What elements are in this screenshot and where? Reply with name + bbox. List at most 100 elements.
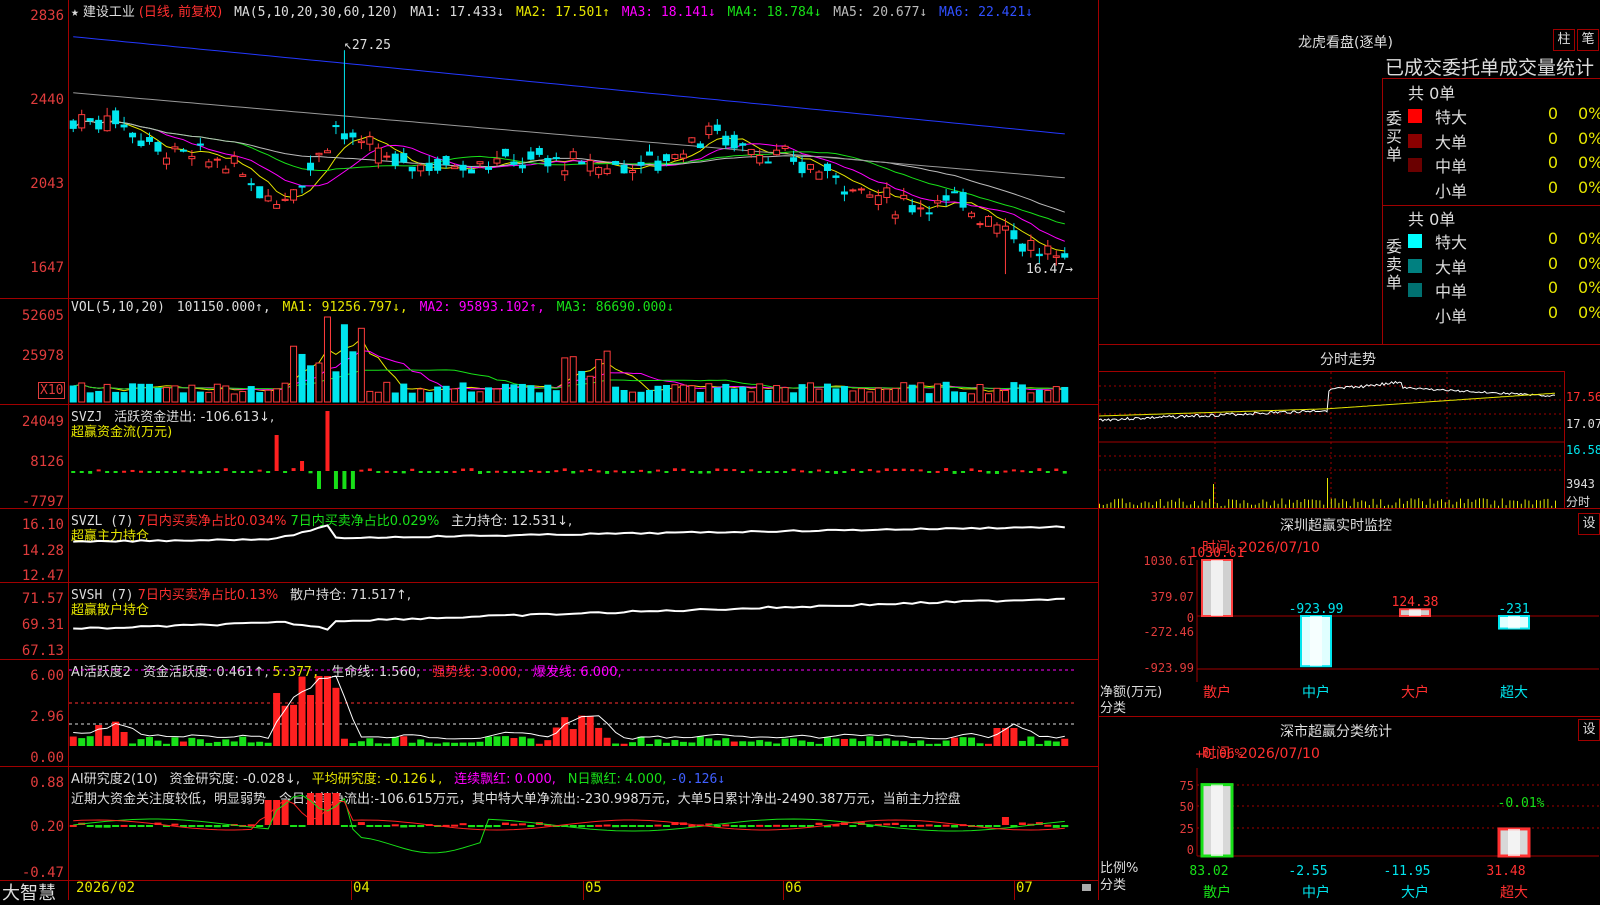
bar-view-button[interactable]: 柱 xyxy=(1553,29,1575,51)
research-bar xyxy=(662,825,670,827)
activity-bar xyxy=(773,743,781,746)
monitor-settings-button[interactable]: 设 xyxy=(1578,513,1600,535)
fund-flow-chart[interactable] xyxy=(69,405,1098,508)
volume-bar xyxy=(544,384,552,403)
fund-flow-bar xyxy=(333,471,338,489)
volume-bar xyxy=(281,382,289,403)
fund-flow-bar xyxy=(113,471,118,473)
candle-body xyxy=(527,151,535,160)
sell-row: 中单 0 0% xyxy=(1408,278,1600,302)
volume-bar xyxy=(332,371,340,403)
volume-bar xyxy=(595,359,603,403)
research-line xyxy=(73,799,1065,831)
volume-bar xyxy=(222,385,230,403)
color-swatch xyxy=(1408,158,1422,172)
intraday-volume-bar xyxy=(1118,498,1119,508)
tick-view-button[interactable]: 笔 xyxy=(1577,29,1599,51)
volume-bar xyxy=(383,381,391,403)
candle-body xyxy=(366,136,374,145)
buy-row: 中单 0 0% xyxy=(1408,153,1600,177)
fund-flow-bar xyxy=(630,471,635,473)
color-swatch xyxy=(1408,307,1422,322)
research-bar xyxy=(739,825,747,828)
activity-bar xyxy=(154,740,162,746)
buy-row: 特大 0 0% xyxy=(1408,104,1600,128)
activity-bar xyxy=(578,715,586,746)
research-bar xyxy=(883,823,891,826)
vol-header: VOL(5,10,20) 101150.000↑, MA1: 91256.797… xyxy=(71,300,678,315)
volume-bar xyxy=(815,388,823,403)
volume-bar xyxy=(984,393,992,403)
intraday-volume-bar xyxy=(1482,498,1484,508)
ma-line xyxy=(72,120,1065,225)
intraday-chart[interactable] xyxy=(1098,372,1564,508)
research-bar xyxy=(612,825,620,828)
monitor-bar-chart[interactable]: 1030.61 散户 -923.99 中户 124.38 大户 -231 超大 xyxy=(1099,546,1600,712)
ai-active-chart[interactable] xyxy=(69,660,1098,766)
research-bar xyxy=(205,825,213,827)
intraday-volume-bar xyxy=(1213,484,1214,508)
activity-bar xyxy=(451,742,459,746)
ai-research-chart[interactable] xyxy=(69,767,1098,880)
main-holding-chart[interactable] xyxy=(69,509,1098,582)
classify-category-label: 散户 xyxy=(1203,884,1231,901)
vol-ma-line xyxy=(73,350,1065,391)
volume-bar xyxy=(713,387,721,403)
buy-total: 共 0单 xyxy=(1408,84,1456,103)
activity-bar xyxy=(78,738,86,746)
intraday-volume-bar xyxy=(1494,500,1496,508)
volume-bar xyxy=(95,390,103,403)
intraday-price-line xyxy=(1098,380,1556,422)
activity-bar xyxy=(815,743,823,746)
activity-bar xyxy=(561,717,569,746)
fund-flow-bar xyxy=(901,468,906,471)
volume-bar xyxy=(374,391,382,403)
candle-body xyxy=(1010,230,1018,240)
candle-body xyxy=(162,157,170,165)
fund-flow-bar xyxy=(706,471,711,474)
research-bar xyxy=(993,825,1001,827)
fund-flow-bar xyxy=(994,471,999,474)
candle-body xyxy=(340,133,348,140)
candle-body xyxy=(383,155,391,158)
intraday-volume-bar xyxy=(1486,499,1488,508)
fund-flow-bar xyxy=(384,470,389,473)
fund-flow-bar xyxy=(257,469,262,472)
activity-bar xyxy=(518,736,526,746)
classify-bar-chart[interactable]: 83.02 散户 -2.55 中户 -11.95 大户 31.48 超大 +0.06% -0.01… xyxy=(1099,747,1600,901)
classify-top-label: +0.06% xyxy=(1196,747,1243,762)
volume-bar xyxy=(129,383,137,403)
volume-bar xyxy=(298,353,306,403)
candlestick-chart[interactable] xyxy=(69,18,1098,298)
activity-bar xyxy=(569,729,577,746)
research-bar xyxy=(934,825,942,827)
intraday-volume-bar xyxy=(1228,499,1230,508)
panel-divider xyxy=(1098,716,1600,717)
intraday-volume-bar xyxy=(1243,500,1245,508)
research-bar xyxy=(815,822,823,825)
lock-icon[interactable] xyxy=(1082,884,1091,891)
fund-flow-bar xyxy=(1045,471,1050,473)
activity-bar xyxy=(459,742,467,746)
classify-settings-button[interactable]: 设 xyxy=(1578,719,1600,741)
research-bar xyxy=(747,825,755,827)
intraday-volume-bar xyxy=(1273,500,1275,508)
fund-flow-bar xyxy=(842,471,847,473)
intraday-volume-bar xyxy=(1144,501,1146,508)
activity-bar xyxy=(103,735,111,746)
candle-body xyxy=(230,155,238,164)
activity-bar xyxy=(290,704,298,746)
activity-bar xyxy=(323,676,331,746)
vol-title[interactable]: VOL(5,10,20) xyxy=(71,300,165,315)
research-bar xyxy=(891,822,899,825)
candle-body xyxy=(756,154,764,164)
research-bar xyxy=(773,824,781,827)
intraday-volume-bar xyxy=(1543,499,1545,508)
fund-flow-bar xyxy=(283,471,288,473)
retail-holding-chart[interactable] xyxy=(69,583,1098,659)
volume-chart[interactable] xyxy=(69,316,1098,404)
svsh-y-label: 71.57 xyxy=(21,591,64,607)
dazhihui-logo: 大智慧 xyxy=(2,883,56,904)
activity-bar xyxy=(722,738,730,746)
fund-flow-bar xyxy=(774,471,779,473)
